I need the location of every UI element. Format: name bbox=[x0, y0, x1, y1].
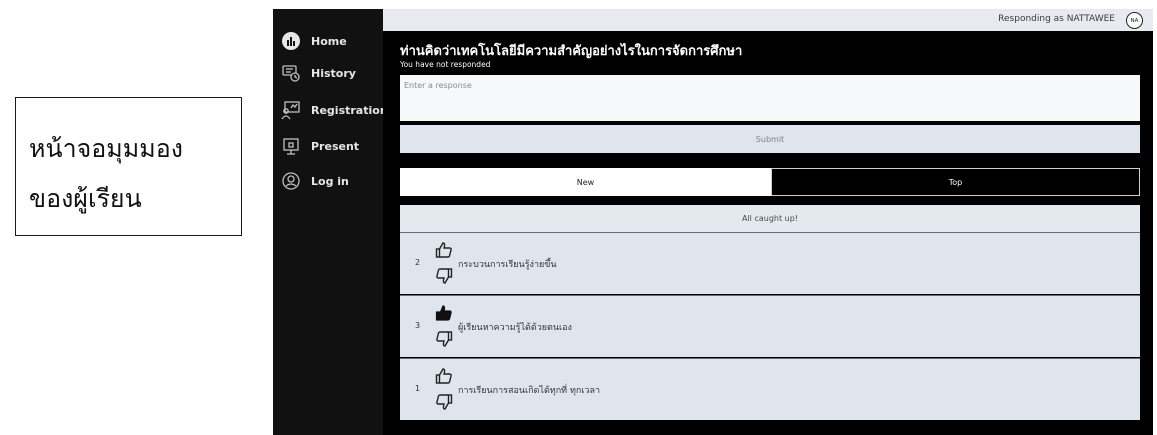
avatar[interactable]: NA bbox=[1126, 12, 1143, 29]
registration-icon bbox=[281, 100, 301, 120]
response-text: ผู้เรียนหาความรู้ได้ด้วยตนเอง bbox=[458, 323, 572, 333]
sidebar-item-label: History bbox=[311, 66, 356, 80]
thumbs-down-icon[interactable] bbox=[435, 267, 453, 285]
question-title: ท่านคิดว่าเทคโนโลยีมีความสำคัญอย่างไรในก… bbox=[400, 44, 743, 59]
tab-new[interactable]: New bbox=[400, 168, 771, 196]
history-icon bbox=[281, 63, 301, 83]
vote-count: 2 bbox=[415, 258, 421, 267]
response-row: 1 การเรียนการสอนเกิดได้ทุกที่ ทุกเวลา bbox=[400, 358, 1140, 420]
caption-line-1: หน้าจอมุมมอง bbox=[29, 134, 183, 163]
chart-circle-icon bbox=[281, 31, 301, 51]
top-bar: Responding as NATTAWEE NA bbox=[383, 9, 1153, 31]
response-status: You have not responded bbox=[400, 60, 491, 69]
present-icon bbox=[281, 136, 301, 156]
response-text: กระบวนการเรียนรู้ง่ายขึ้น bbox=[458, 260, 557, 270]
vote-count: 1 bbox=[415, 384, 421, 393]
sidebar-item-present[interactable]: Present bbox=[273, 133, 383, 159]
response-row: 3 ผู้เรียนหาความรู้ได้ด้วยตนเอง bbox=[400, 295, 1140, 357]
sidebar-item-login[interactable]: Log in bbox=[273, 168, 383, 194]
user-circle-icon bbox=[281, 171, 301, 191]
main-panel: Responding as NATTAWEE NA ท่านคิดว่าเทคโ… bbox=[383, 9, 1153, 435]
app-window: Home History Registration Present Log in bbox=[273, 9, 1153, 435]
thumbs-down-icon[interactable] bbox=[435, 330, 453, 348]
sidebar-item-label: Registration bbox=[311, 103, 388, 117]
caught-up-banner: All caught up! bbox=[400, 205, 1140, 232]
sidebar: Home History Registration Present Log in bbox=[273, 9, 388, 435]
responding-as-text: Responding as NATTAWEE bbox=[998, 14, 1115, 24]
sidebar-item-label: Home bbox=[311, 34, 347, 48]
thumbs-up-icon[interactable] bbox=[435, 367, 453, 385]
response-text: การเรียนการสอนเกิดได้ทุกที่ ทุกเวลา bbox=[458, 386, 601, 396]
thumbs-down-icon[interactable] bbox=[435, 393, 453, 411]
vote-count: 3 bbox=[415, 321, 421, 330]
tab-top[interactable]: Top bbox=[771, 168, 1140, 196]
sidebar-item-registration[interactable]: Registration bbox=[273, 97, 388, 123]
sidebar-item-home[interactable]: Home bbox=[273, 28, 383, 54]
caption-line-2: ของผู้เรียน bbox=[29, 184, 142, 213]
thumbs-up-icon[interactable] bbox=[435, 241, 453, 259]
sidebar-item-history[interactable]: History bbox=[273, 60, 383, 86]
response-row: 2 กระบวนการเรียนรู้ง่ายขึ้น bbox=[400, 232, 1140, 294]
caption-box: หน้าจอมุมมอง ของผู้เรียน bbox=[15, 97, 242, 236]
sidebar-item-label: Present bbox=[311, 139, 360, 153]
response-input[interactable] bbox=[400, 75, 1140, 121]
submit-button[interactable]: Submit bbox=[400, 125, 1140, 153]
sidebar-item-label: Log in bbox=[311, 174, 349, 188]
thumbs-up-filled-icon[interactable] bbox=[435, 304, 453, 322]
